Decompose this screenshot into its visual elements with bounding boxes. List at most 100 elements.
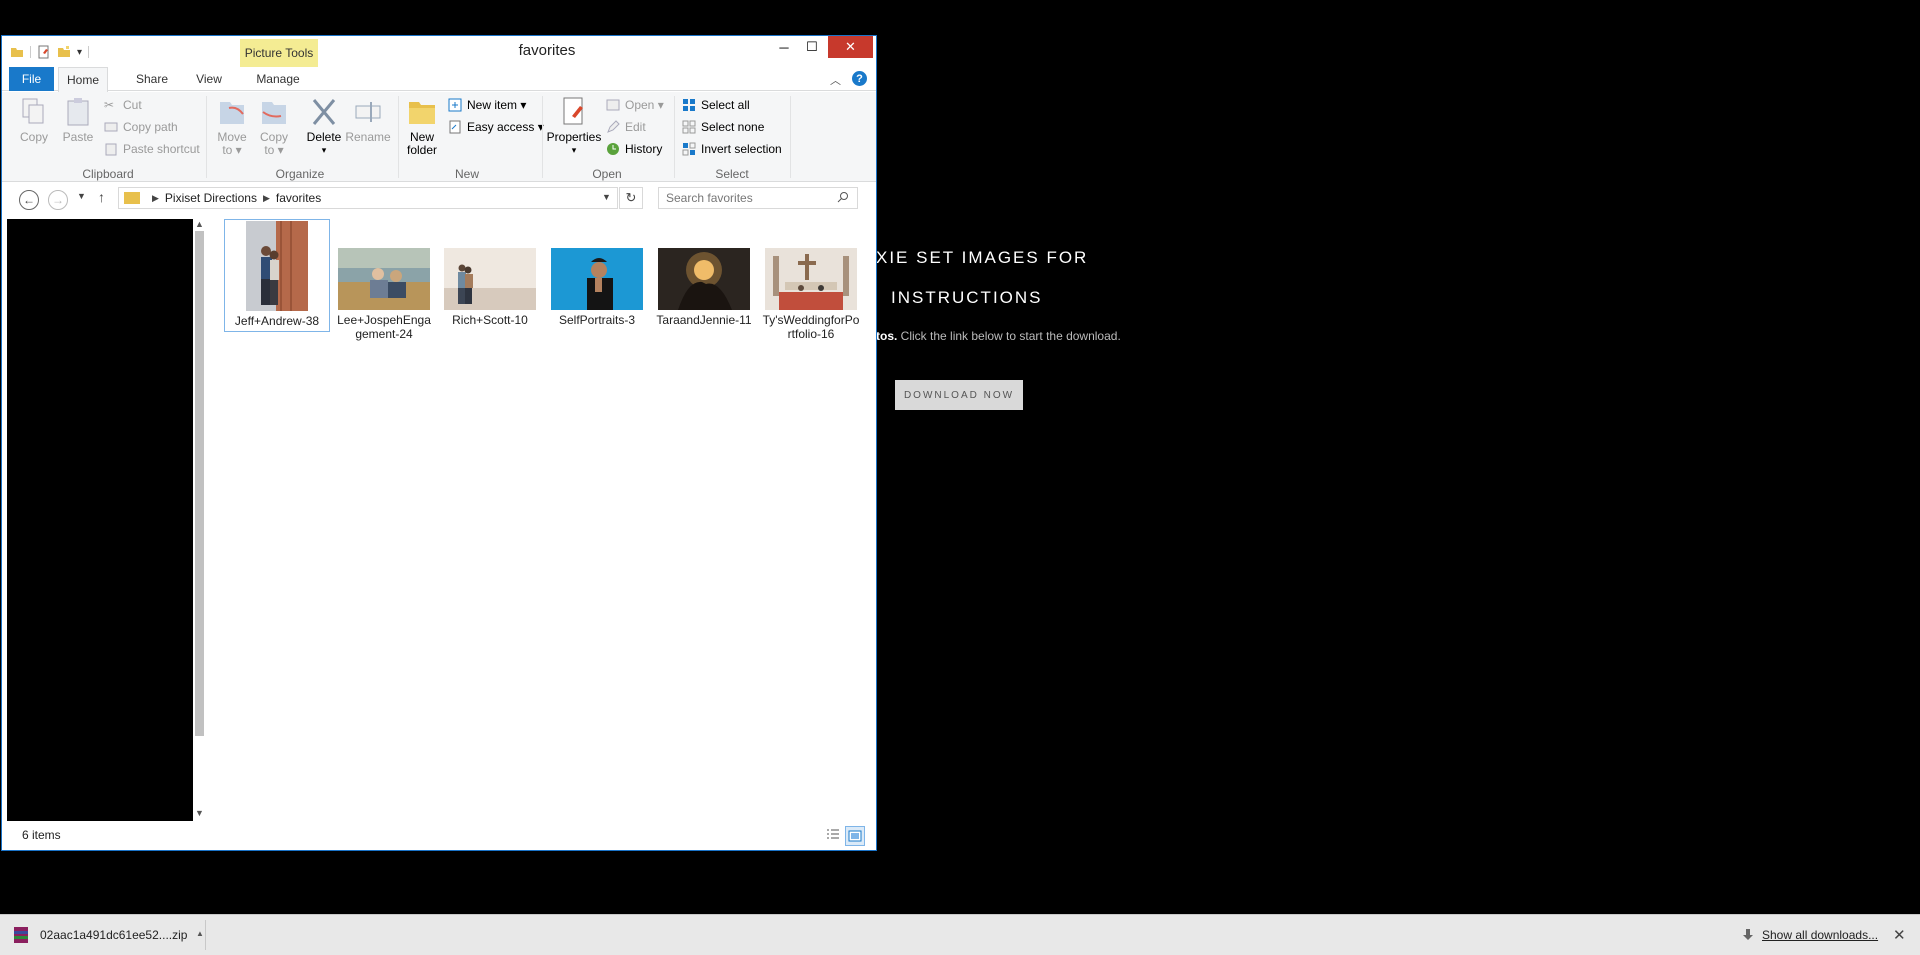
thumbnail-frame [437, 219, 543, 313]
download-item[interactable]: 02aac1a491dc61ee52....zip [6, 920, 206, 950]
select-group-label: Select [715, 167, 749, 181]
invert-selection-button[interactable]: Invert selection [682, 140, 782, 158]
close-button[interactable]: ✕ [828, 36, 873, 58]
show-all-downloads-link[interactable]: Show all downloads... [1742, 928, 1878, 942]
refresh-button[interactable]: ↻ [619, 187, 643, 209]
thumbnail-frame [651, 219, 757, 313]
back-button[interactable]: ← [19, 190, 39, 210]
minimize-ribbon-icon[interactable]: ︿ [830, 72, 841, 88]
tab-manage[interactable]: Manage [246, 67, 310, 91]
photo-thumbnail [246, 221, 308, 311]
tab-home[interactable]: Home [58, 67, 108, 92]
file-item[interactable]: SelfPortraits-3 [544, 219, 650, 330]
edit-icon [607, 120, 620, 133]
paste-icon [67, 98, 89, 126]
breadcrumb-chevron-icon: ▶ [152, 192, 159, 203]
new-item-label: New item ▾ [467, 98, 527, 112]
scroll-up-icon[interactable]: ▲ [195, 219, 204, 229]
ribbon-tabs: File Home Share View Manage ︿ ? [2, 67, 876, 92]
scissors-icon: ✂ [104, 98, 115, 112]
file-explorer-window: ▾ Picture Tools favorites ─ ☐ ✕ File Hom… [1, 35, 877, 851]
copy-button[interactable]: Copy [14, 96, 54, 144]
tab-view[interactable]: View [186, 67, 232, 91]
properties-label: Properties [546, 130, 602, 144]
search-input[interactable]: Search favorites [658, 187, 858, 209]
item-count: 6 items [22, 828, 61, 842]
photo-thumbnail [765, 248, 857, 310]
navigation-pane-scrollbar[interactable]: ▲ ▼ [193, 219, 206, 821]
new-folder-button[interactable]: New folder [402, 96, 442, 157]
move-to-button[interactable]: Move to ▾ [212, 96, 252, 157]
select-none-button[interactable]: Select none [682, 118, 764, 136]
copy-path-button[interactable]: Copy path [104, 118, 178, 136]
open-group-label: Open [592, 167, 622, 181]
file-name: Rich+Scott-10 [452, 313, 528, 327]
move-to-label-2: to ▾ [222, 143, 242, 157]
properties-button[interactable]: Properties ▾ [546, 96, 602, 157]
easy-access-icon [449, 120, 461, 134]
help-icon[interactable]: ? [852, 71, 867, 86]
download-now-button[interactable]: DOWNLOAD NOW [895, 380, 1023, 410]
select-all-button[interactable]: Select all [682, 96, 750, 114]
up-button[interactable]: ↑ [98, 189, 105, 205]
tab-file[interactable]: File [9, 67, 54, 91]
navigation-pane[interactable] [7, 219, 193, 821]
recent-locations-icon[interactable]: ▼ [77, 191, 86, 201]
copy-to-label-2: to ▾ [264, 143, 284, 157]
properties-icon[interactable] [37, 45, 51, 59]
edit-label: Edit [625, 120, 646, 134]
folder-icon [124, 192, 140, 204]
easy-access-button[interactable]: Easy access ▾ [448, 118, 544, 136]
open-button[interactable]: Open ▾ [606, 96, 664, 114]
copy-path-label: Copy path [123, 120, 178, 134]
thumbnail-frame [544, 219, 650, 313]
new-folder-label-2: folder [406, 143, 438, 157]
invert-selection-label: Invert selection [701, 142, 782, 156]
window-title: favorites [518, 42, 576, 59]
scroll-down-icon[interactable]: ▼ [195, 808, 204, 818]
select-all-label: Select all [701, 98, 750, 112]
search-icon[interactable] [837, 191, 849, 203]
customize-qat-icon[interactable]: ▾ [77, 47, 82, 58]
download-options-caret-icon[interactable]: ▲ [196, 929, 204, 938]
folder-icon [11, 48, 23, 57]
maximize-button[interactable]: ☐ [798, 36, 826, 58]
photo-thumbnail [444, 248, 536, 310]
breadcrumb-item[interactable]: Pixiset Directions [165, 191, 257, 205]
organize-group-label: Organize [275, 167, 325, 181]
paste-shortcut-button[interactable]: Paste shortcut [104, 140, 200, 158]
address-bar[interactable]: ▶ Pixiset Directions ▶ favorites [118, 187, 618, 209]
title-bar[interactable]: ▾ Picture Tools favorites ─ ☐ ✕ [2, 36, 876, 67]
delete-button[interactable]: Delete ▾ [302, 96, 346, 157]
file-item[interactable]: Ty'sWeddingforPortfolio-16 [758, 219, 864, 344]
minimize-button[interactable]: ─ [770, 36, 798, 58]
scrollbar-thumb[interactable] [195, 231, 204, 736]
breadcrumb-item[interactable]: favorites [276, 191, 321, 205]
cut-button[interactable]: ✂ Cut [104, 96, 142, 114]
new-folder-icon[interactable] [57, 45, 71, 59]
rename-button[interactable]: Rename [345, 96, 391, 144]
new-folder-icon [409, 102, 435, 124]
delete-label: Delete [306, 130, 342, 144]
address-dropdown-icon[interactable]: ▼ [602, 192, 611, 202]
file-item[interactable]: Rich+Scott-10 [437, 219, 543, 330]
file-list: Jeff+Andrew-38 Lee+JospehEngagement-24 R… [214, 219, 876, 821]
details-view-icon[interactable] [825, 827, 841, 843]
tab-share[interactable]: Share [126, 67, 178, 91]
invert-selection-icon [682, 142, 696, 156]
edit-button[interactable]: Edit [606, 118, 646, 136]
close-download-shelf-button[interactable]: ✕ [1893, 926, 1906, 944]
forward-button[interactable]: → [48, 190, 68, 210]
qat-divider [88, 46, 90, 58]
large-icons-view-button[interactable] [845, 826, 865, 846]
file-item[interactable]: Jeff+Andrew-38 [224, 219, 330, 332]
paste-shortcut-label: Paste shortcut [123, 142, 200, 156]
new-item-button[interactable]: New item ▾ [448, 96, 526, 114]
file-item[interactable]: TaraandJennie-11 [651, 219, 757, 330]
clipboard-group-label: Clipboard [82, 167, 134, 181]
history-button[interactable]: History [606, 140, 662, 158]
copy-to-button[interactable]: Copy to ▾ [254, 96, 294, 157]
file-item[interactable]: Lee+JospehEngagement-24 [331, 219, 437, 344]
paste-button[interactable]: Paste [58, 96, 98, 144]
properties-caret: ▾ [571, 145, 577, 155]
